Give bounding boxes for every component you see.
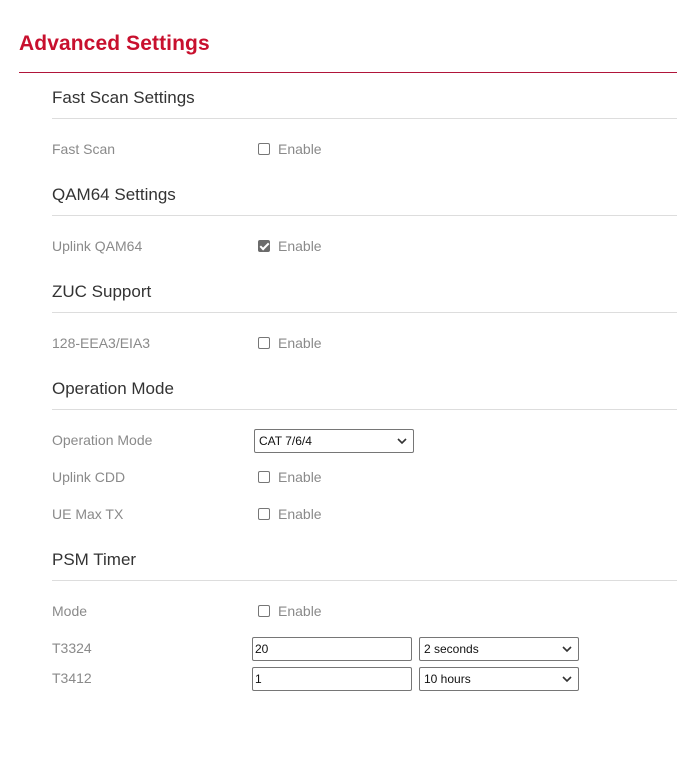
- chevron-down-icon: [562, 646, 572, 653]
- section-divider: [52, 409, 677, 410]
- operation-mode-select[interactable]: CAT 7/6/4: [254, 429, 414, 453]
- ue-max-tx-enable-label[interactable]: Enable: [278, 506, 322, 522]
- uplink-qam64-checkbox[interactable]: [258, 240, 270, 252]
- t3324-unit-select[interactable]: 2 seconds: [419, 637, 579, 661]
- t3324-value: 20: [255, 642, 269, 656]
- t3324-unit-value: 2 seconds: [424, 642, 479, 656]
- section-title-qam64: QAM64 Settings: [52, 185, 176, 204]
- page-title: Advanced Settings: [19, 32, 210, 55]
- t3412-input[interactable]: 1: [252, 667, 412, 691]
- section-title-zuc: ZUC Support: [52, 282, 152, 301]
- fast-scan-option[interactable]: Enable: [258, 140, 322, 158]
- uplink-qam64-enable-label[interactable]: Enable: [278, 238, 322, 254]
- t3412-unit-value: 10 hours: [424, 672, 471, 686]
- title-divider: [19, 72, 677, 73]
- uplink-cdd-checkbox[interactable]: [258, 471, 270, 483]
- section-divider: [52, 580, 677, 581]
- section-divider: [52, 118, 677, 119]
- t3324-label: T3324: [52, 640, 92, 656]
- eea3-eia3-enable-label[interactable]: Enable: [278, 335, 322, 351]
- chevron-down-icon: [562, 676, 572, 683]
- t3324-input[interactable]: 20: [252, 637, 412, 661]
- t3412-label: T3412: [52, 670, 92, 686]
- fast-scan-checkbox[interactable]: [258, 143, 270, 155]
- fast-scan-label: Fast Scan: [52, 141, 116, 157]
- ue-max-tx-option[interactable]: Enable: [258, 505, 322, 523]
- eea3-eia3-checkbox[interactable]: [258, 337, 270, 349]
- eea3-eia3-option[interactable]: Enable: [258, 334, 322, 352]
- section-divider: [52, 215, 677, 216]
- section-title-fast-scan: Fast Scan Settings: [52, 88, 195, 107]
- ue-max-tx-label: UE Max TX: [52, 506, 124, 522]
- operation-mode-label: Operation Mode: [52, 432, 153, 448]
- ue-max-tx-checkbox[interactable]: [258, 508, 270, 520]
- uplink-cdd-label: Uplink CDD: [52, 469, 126, 485]
- eea3-eia3-label: 128-EEA3/EIA3: [52, 335, 151, 351]
- uplink-qam64-label: Uplink QAM64: [52, 238, 143, 254]
- psm-mode-enable-label[interactable]: Enable: [278, 603, 322, 619]
- uplink-cdd-option[interactable]: Enable: [258, 468, 322, 486]
- t3412-value: 1: [255, 672, 262, 686]
- section-divider: [52, 312, 677, 313]
- uplink-qam64-option[interactable]: Enable: [258, 237, 322, 255]
- uplink-cdd-enable-label[interactable]: Enable: [278, 469, 322, 485]
- section-title-psm-timer: PSM Timer: [52, 550, 137, 569]
- t3412-unit-select[interactable]: 10 hours: [419, 667, 579, 691]
- chevron-down-icon: [397, 438, 407, 445]
- fast-scan-enable-label[interactable]: Enable: [278, 141, 322, 157]
- psm-mode-option[interactable]: Enable: [258, 602, 322, 620]
- psm-mode-label: Mode: [52, 603, 88, 619]
- section-title-operation-mode: Operation Mode: [52, 379, 174, 398]
- psm-mode-checkbox[interactable]: [258, 605, 270, 617]
- operation-mode-value: CAT 7/6/4: [259, 434, 312, 448]
